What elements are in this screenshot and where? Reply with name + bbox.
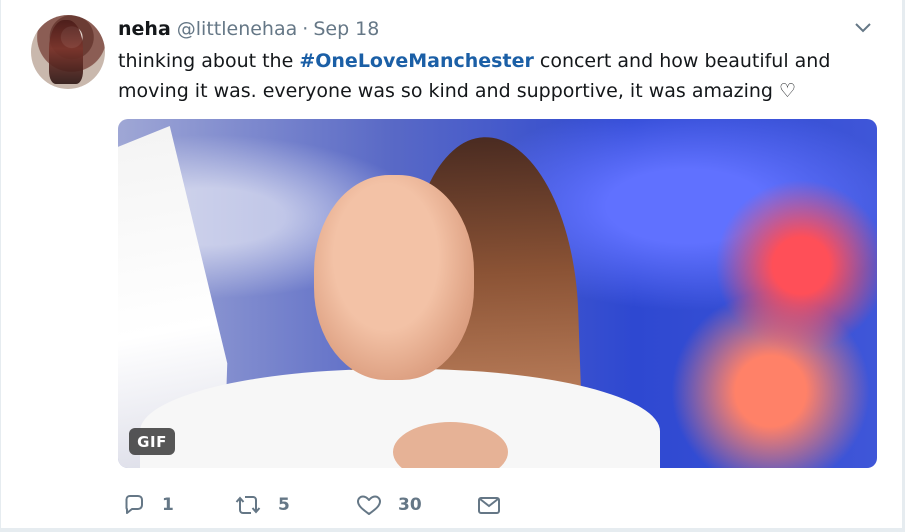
tweet-card[interactable]: neha @littlenehaa · Sep 18 thinking abou… bbox=[0, 0, 903, 529]
chevron-down-icon bbox=[854, 22, 872, 34]
tweet-menu-button[interactable] bbox=[852, 18, 874, 38]
tweet-actions: 1 5 30 bbox=[122, 490, 502, 520]
retweet-icon bbox=[234, 494, 262, 516]
tweet-text: thinking about the #OneLoveManchester co… bbox=[118, 46, 888, 106]
header-separator: · bbox=[302, 18, 309, 40]
avatar[interactable] bbox=[31, 15, 105, 89]
tweet-header: neha @littlenehaa · Sep 18 bbox=[118, 16, 379, 42]
author-handle[interactable]: @littlenehaa bbox=[177, 18, 298, 40]
reply-button[interactable]: 1 bbox=[122, 494, 192, 516]
direct-message-button[interactable] bbox=[476, 494, 502, 516]
retweet-count: 5 bbox=[278, 495, 290, 515]
face-image bbox=[314, 175, 474, 380]
gif-badge: GIF bbox=[129, 428, 175, 455]
heart-icon bbox=[356, 494, 382, 516]
like-count: 30 bbox=[398, 495, 422, 515]
mail-icon bbox=[476, 494, 502, 516]
gif-media[interactable]: GIF bbox=[118, 119, 877, 468]
reply-count: 1 bbox=[162, 495, 174, 515]
reply-icon bbox=[122, 494, 146, 516]
hashtag-link[interactable]: #OneLoveManchester bbox=[299, 50, 534, 72]
author-name[interactable]: neha bbox=[118, 18, 171, 40]
tweet-date[interactable]: Sep 18 bbox=[313, 18, 379, 40]
like-button[interactable]: 30 bbox=[356, 494, 480, 516]
retweet-button[interactable]: 5 bbox=[234, 494, 356, 516]
tweet-text-start: thinking about the bbox=[118, 50, 300, 72]
